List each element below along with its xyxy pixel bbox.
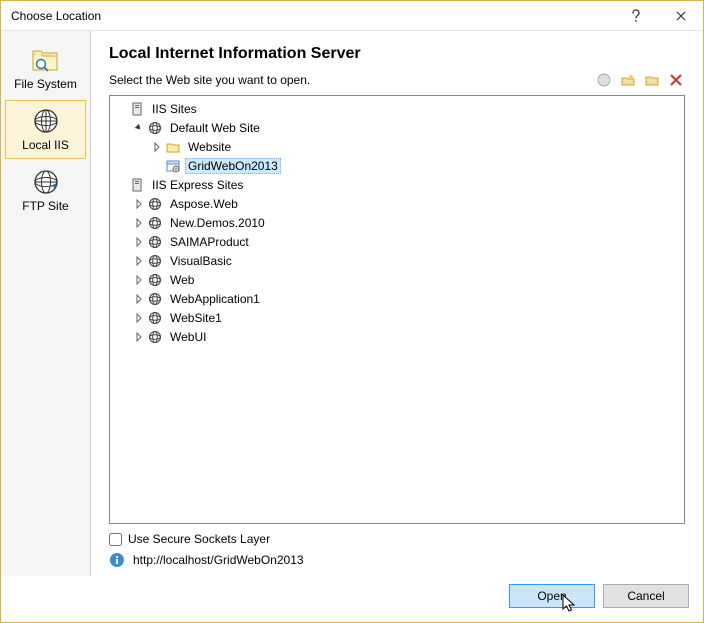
help-icon — [631, 9, 641, 23]
globe-icon — [147, 329, 163, 345]
globe-icon — [147, 196, 163, 212]
url-row: http://localhost/GridWebOn2013 — [109, 552, 685, 568]
globe-icon — [147, 120, 163, 136]
info-icon — [109, 552, 125, 568]
tree-node-label: SAIMAProduct — [167, 234, 252, 250]
tree-node-label: WebApplication1 — [167, 291, 263, 307]
expander-icon[interactable] — [114, 178, 128, 192]
tree-node[interactable]: Web — [110, 270, 684, 289]
tree-node[interactable]: New.Demos.2010 — [110, 213, 684, 232]
globe-icon — [147, 215, 163, 231]
tree-node[interactable]: WebApplication1 — [110, 289, 684, 308]
close-icon — [676, 11, 686, 21]
tree-node[interactable]: VisualBasic — [110, 251, 684, 270]
sidebar-item-ftp-site[interactable]: FTP Site — [5, 161, 86, 220]
globe-icon — [147, 234, 163, 250]
app-icon — [165, 158, 181, 174]
tree-node[interactable]: IIS Express Sites — [110, 175, 684, 194]
cancel-button[interactable]: Cancel — [603, 584, 689, 608]
globe-icon — [147, 272, 163, 288]
ssl-label: Use Secure Sockets Layer — [128, 532, 270, 546]
tree-node-label: Default Web Site — [167, 120, 263, 136]
server-icon — [129, 101, 145, 117]
open-button[interactable]: Open — [509, 584, 595, 608]
tree-node[interactable]: IIS Sites — [110, 99, 684, 118]
close-button[interactable] — [658, 1, 703, 31]
expander-icon[interactable] — [132, 121, 146, 135]
sidebar-item-label: FTP Site — [22, 199, 68, 213]
delete-icon[interactable] — [667, 71, 685, 89]
expander-icon[interactable] — [132, 311, 146, 325]
expander-icon[interactable] — [132, 254, 146, 268]
page-title: Local Internet Information Server — [109, 45, 685, 63]
expander-icon[interactable] — [132, 197, 146, 211]
toolbar — [595, 71, 685, 89]
tree-node-label: IIS Sites — [149, 101, 200, 117]
open-folder-icon[interactable] — [643, 71, 661, 89]
site-tree[interactable]: IIS Sites Default Web Site Website GridWebO… — [109, 95, 685, 524]
expander-icon[interactable] — [132, 273, 146, 287]
expander-icon[interactable] — [150, 140, 164, 154]
expander-icon[interactable] — [114, 102, 128, 116]
tree-node-label: Website — [185, 139, 234, 155]
globe-icon — [147, 310, 163, 326]
tree-node-label: Aspose.Web — [167, 196, 241, 212]
dialog-buttons: Open Cancel — [1, 576, 703, 622]
expander-icon[interactable] — [150, 159, 164, 173]
help-button[interactable] — [613, 1, 658, 31]
tree-node[interactable]: WebUI — [110, 327, 684, 346]
expander-icon[interactable] — [132, 216, 146, 230]
server-icon — [129, 177, 145, 193]
folder-search-icon — [30, 46, 62, 74]
url-text: http://localhost/GridWebOn2013 — [133, 553, 304, 567]
tree-node[interactable]: SAIMAProduct — [110, 232, 684, 251]
tree-node-label: WebSite1 — [167, 310, 225, 326]
globe-icon — [147, 253, 163, 269]
sidebar-item-local-iis[interactable]: Local IIS — [5, 100, 86, 159]
globe-icon — [147, 291, 163, 307]
tree-node[interactable]: WebSite1 — [110, 308, 684, 327]
tree-node-label: IIS Express Sites — [149, 177, 246, 193]
sidebar-item-label: File System — [14, 77, 77, 91]
expander-icon[interactable] — [132, 235, 146, 249]
new-web-app-icon[interactable] — [595, 71, 613, 89]
window-title: Choose Location — [11, 9, 613, 23]
main-panel: Local Internet Information Server Select… — [91, 31, 703, 576]
ssl-checkbox-row[interactable]: Use Secure Sockets Layer — [109, 532, 685, 546]
globe-ftp-icon — [32, 168, 60, 196]
tree-node-label: WebUI — [167, 329, 209, 345]
sidebar: File System Local IIS FTP Site — [1, 31, 91, 576]
page-subtitle: Select the Web site you want to open. — [109, 73, 595, 87]
tree-node-label: GridWebOn2013 — [185, 158, 281, 174]
tree-node-label: New.Demos.2010 — [167, 215, 268, 231]
tree-node[interactable]: GridWebOn2013 — [110, 156, 684, 175]
globe-big-icon — [32, 107, 60, 135]
new-virtual-dir-icon[interactable] — [619, 71, 637, 89]
folder-icon — [165, 139, 181, 155]
titlebar: Choose Location — [1, 1, 703, 31]
sidebar-item-file-system[interactable]: File System — [5, 39, 86, 98]
expander-icon[interactable] — [132, 330, 146, 344]
tree-node[interactable]: Aspose.Web — [110, 194, 684, 213]
tree-node-label: Web — [167, 272, 197, 288]
expander-icon[interactable] — [132, 292, 146, 306]
tree-node[interactable]: Website — [110, 137, 684, 156]
sidebar-item-label: Local IIS — [22, 138, 69, 152]
tree-node[interactable]: Default Web Site — [110, 118, 684, 137]
tree-node-label: VisualBasic — [167, 253, 235, 269]
ssl-checkbox[interactable] — [109, 533, 122, 546]
